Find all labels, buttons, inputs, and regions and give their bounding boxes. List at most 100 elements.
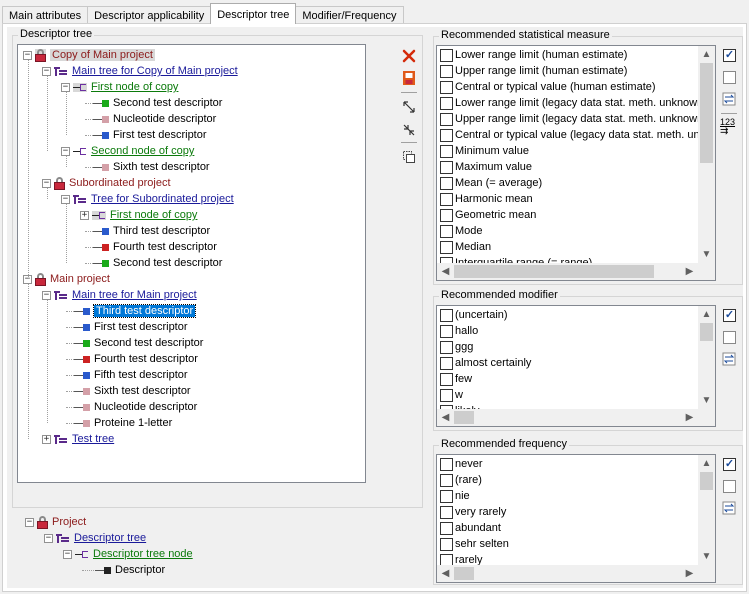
expand-icon[interactable]: + (80, 210, 89, 220)
scroll-thumb[interactable] (700, 472, 713, 490)
scroll-left-icon[interactable]: ◀ (437, 409, 454, 426)
list-item[interactable]: almost certainly (437, 355, 698, 371)
uncheck-all-button[interactable] (722, 70, 738, 86)
item-checkbox[interactable] (440, 457, 453, 471)
tree-descriptor-item[interactable]: Fifth test descriptor (66, 367, 188, 383)
item-checkbox[interactable] (440, 48, 453, 62)
item-checkbox[interactable] (440, 473, 453, 487)
list-item[interactable]: Mode (437, 223, 698, 239)
stat-measure-list[interactable]: Lower range limit (human estimate) Upper … (436, 45, 716, 281)
item-checkbox[interactable] (440, 537, 453, 551)
tree-descriptor-item[interactable]: Second test descriptor (85, 255, 222, 271)
expand-icon[interactable]: + (42, 434, 51, 444)
horizontal-scrollbar[interactable]: ◀ ▶ (437, 263, 698, 280)
list-item[interactable]: Central or typical value (human estimate… (437, 79, 698, 95)
tree-descriptor-item[interactable]: Proteine 1-letter (66, 415, 172, 431)
item-checkbox[interactable] (440, 176, 453, 190)
item-checkbox[interactable] (440, 372, 453, 386)
scroll-down-icon[interactable]: ▼ (698, 392, 715, 409)
list-item[interactable]: Geometric mean (437, 207, 698, 223)
tab-modifier-frequency[interactable]: Modifier/Frequency (295, 6, 404, 24)
item-checkbox[interactable] (440, 356, 453, 370)
item-checkbox[interactable] (440, 308, 453, 322)
list-item[interactable]: Upper range limit (human estimate) (437, 63, 698, 79)
item-checkbox[interactable] (440, 521, 453, 535)
scroll-down-icon[interactable]: ▼ (698, 246, 715, 263)
scroll-down-icon[interactable]: ▼ (698, 548, 715, 565)
item-checkbox[interactable] (440, 64, 453, 78)
list-item[interactable]: Mean (= average) (437, 175, 698, 191)
tree-tree-item[interactable]: − Main tree for Main project (42, 287, 197, 303)
lock-icon[interactable] (400, 69, 418, 87)
scroll-left-icon[interactable]: ◀ (437, 263, 454, 280)
modifier-list[interactable]: (uncertain)hallogggalmost certainlyfewwl… (436, 305, 716, 427)
item-checkbox[interactable] (440, 553, 453, 565)
collapse-icon[interactable]: − (61, 146, 70, 156)
tree-node-item[interactable]: − Second node of copy (61, 143, 194, 159)
list-item[interactable]: Lower range limit (legacy data stat. met… (437, 95, 698, 111)
list-item[interactable]: sehr selten (437, 536, 698, 552)
scroll-right-icon[interactable]: ▶ (681, 409, 698, 426)
list-item[interactable]: Minimum value (437, 143, 698, 159)
tree-descriptor-item[interactable]: Third test descriptor (66, 303, 197, 319)
uncheck-all-button[interactable] (722, 330, 738, 346)
swap-check-icon[interactable] (722, 501, 738, 517)
list-item[interactable]: Lower range limit (human estimate) (437, 47, 698, 63)
list-item[interactable]: (uncertain) (437, 307, 698, 323)
check-all-button[interactable]: ✓ (722, 457, 738, 473)
tab-descriptor-tree[interactable]: Descriptor tree (210, 3, 297, 24)
item-checkbox[interactable] (440, 240, 453, 254)
list-item[interactable]: (rare) (437, 472, 698, 488)
scroll-thumb[interactable] (454, 567, 474, 580)
item-checkbox[interactable] (440, 96, 453, 110)
uncheck-all-button[interactable] (722, 479, 738, 495)
tree-project-item[interactable]: − Copy of Main project (23, 47, 155, 63)
check-all-button[interactable]: ✓ (722, 308, 738, 324)
item-checkbox[interactable] (440, 144, 453, 158)
collapse-icon[interactable]: − (42, 66, 51, 76)
expand-all-icon[interactable] (400, 98, 418, 116)
item-checkbox[interactable] (440, 80, 453, 94)
tab-main-attributes[interactable]: Main attributes (2, 6, 89, 24)
scroll-left-icon[interactable]: ◀ (437, 565, 454, 582)
list-item[interactable]: abundant (437, 520, 698, 536)
list-item[interactable]: Interquartile range (= range) (437, 255, 698, 263)
tree-descriptor-item[interactable]: Fourth test descriptor (66, 351, 198, 367)
list-item[interactable]: very rarely (437, 504, 698, 520)
list-item[interactable]: nie (437, 488, 698, 504)
list-item[interactable]: w (437, 387, 698, 403)
item-checkbox[interactable] (440, 128, 453, 142)
tree-descriptor-item[interactable]: First test descriptor (85, 127, 207, 143)
collapse-icon[interactable]: − (42, 290, 51, 300)
list-item[interactable]: few (437, 371, 698, 387)
list-item[interactable]: Upper range limit (legacy data stat. met… (437, 111, 698, 127)
tree-descriptor-item[interactable]: First test descriptor (66, 319, 188, 335)
list-item[interactable]: Central or typical value (legacy data st… (437, 127, 698, 143)
vertical-scrollbar[interactable]: ▲ ▼ (698, 306, 715, 409)
scroll-up-icon[interactable]: ▲ (698, 306, 715, 323)
horizontal-scrollbar[interactable]: ◀ ▶ (437, 565, 698, 582)
scroll-right-icon[interactable]: ▶ (681, 565, 698, 582)
vertical-scrollbar[interactable]: ▲ ▼ (698, 46, 715, 263)
collapse-icon[interactable]: − (23, 50, 32, 60)
tree-tree-item[interactable]: + Test tree (42, 431, 114, 447)
vertical-scrollbar[interactable]: ▲ ▼ (698, 455, 715, 565)
swap-check-icon[interactable] (722, 352, 738, 368)
item-checkbox[interactable] (440, 160, 453, 174)
item-checkbox[interactable] (440, 324, 453, 338)
scroll-right-icon[interactable]: ▶ (681, 263, 698, 280)
collapse-icon[interactable]: − (61, 194, 70, 204)
tab-descriptor-applicability[interactable]: Descriptor applicability (87, 6, 212, 24)
list-item[interactable]: Median (437, 239, 698, 255)
tree-node-item[interactable]: + First node of copy (80, 207, 197, 223)
tree-project-item[interactable]: − Subordinated project (42, 175, 171, 191)
list-item[interactable]: Maximum value (437, 159, 698, 175)
delete-icon[interactable] (400, 47, 418, 65)
item-checkbox[interactable] (440, 388, 453, 402)
swap-check-icon[interactable] (722, 92, 738, 108)
scroll-up-icon[interactable]: ▲ (698, 46, 715, 63)
item-checkbox[interactable] (440, 192, 453, 206)
item-checkbox[interactable] (440, 208, 453, 222)
collapse-all-icon[interactable] (400, 121, 418, 139)
item-checkbox[interactable] (440, 489, 453, 503)
